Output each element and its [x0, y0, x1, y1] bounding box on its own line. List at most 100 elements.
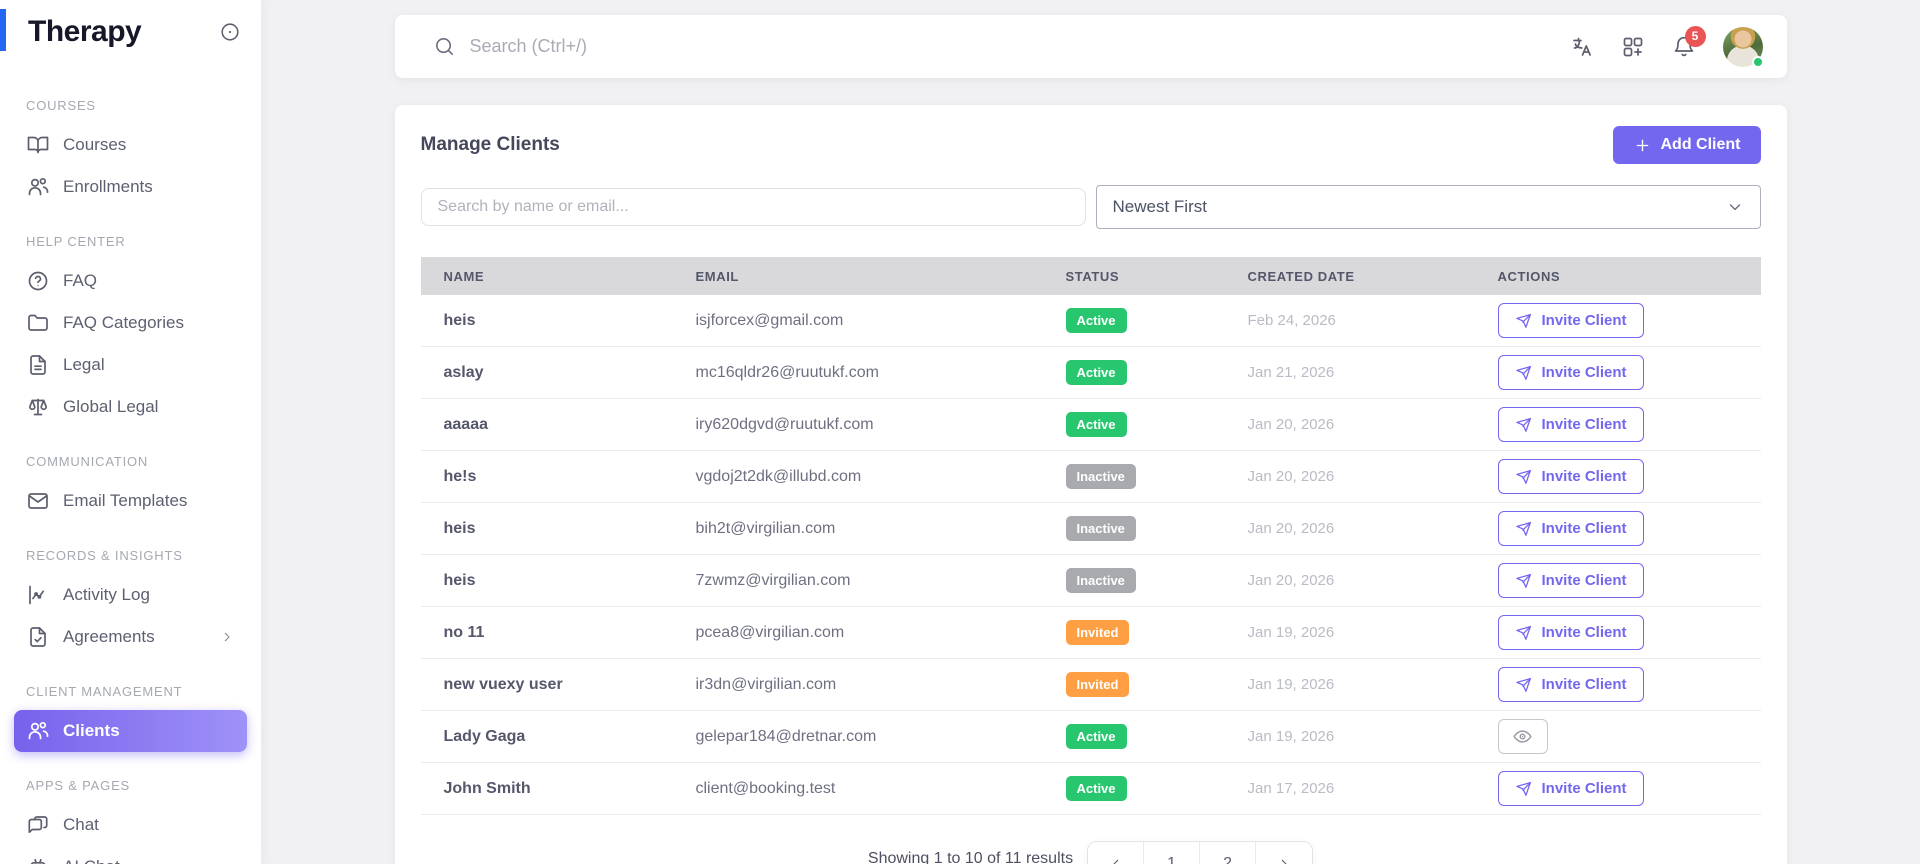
- page-button-2[interactable]: 2: [1200, 842, 1257, 864]
- nav-section-label: RECORDS & INSIGHTS: [26, 548, 183, 563]
- nav-section-label: COURSES: [26, 98, 96, 113]
- logo-row: Therapy: [0, 0, 261, 64]
- column-header-name: NAME: [443, 268, 485, 284]
- invite-client-button[interactable]: Invite Client: [1497, 407, 1644, 442]
- status-badge: Invited: [1065, 620, 1130, 645]
- nav-section-label: CLIENT MANAGEMENT: [26, 684, 183, 699]
- add-client-button[interactable]: Add Client: [1612, 126, 1761, 164]
- sidebar-item-clients[interactable]: Clients: [14, 710, 247, 752]
- sidebar-item-ai-chat[interactable]: AI Chat: [14, 846, 247, 864]
- topbar-actions: 5: [1570, 25, 1764, 68]
- table-row: he!s vgdoj2t2dk@illubd.com Inactive Jan 20,…: [420, 451, 1761, 503]
- row-actions: Invite Client: [1497, 615, 1761, 650]
- row-actions: [1497, 719, 1761, 754]
- row-actions: Invite Client: [1497, 667, 1761, 702]
- status-badge: Active: [1065, 776, 1127, 801]
- send-icon: [1515, 676, 1533, 694]
- sidebar-item-courses[interactable]: Courses: [14, 124, 247, 166]
- sidebar: Therapy COURSES Courses Enrollments HELP CE…: [0, 0, 261, 864]
- view-client-button[interactable]: [1497, 719, 1548, 754]
- invite-client-button[interactable]: Invite Client: [1497, 771, 1644, 806]
- invite-client-button[interactable]: Invite Client: [1497, 511, 1644, 546]
- client-email: bih2t@virgilian.com: [695, 519, 836, 537]
- row-actions: Invite Client: [1497, 355, 1761, 390]
- sidebar-item-activity-log[interactable]: Activity Log: [14, 574, 247, 616]
- created-date: Jan 19, 2026: [1247, 676, 1335, 693]
- table-row: aaaaa iry620dgvd@ruutukf.com Active Jan 20,…: [420, 399, 1761, 451]
- client-email: mc16qldr26@ruutukf.com: [695, 363, 879, 381]
- sidebar-item-global-legal[interactable]: Global Legal: [14, 386, 247, 428]
- row-actions: Invite Client: [1497, 303, 1761, 338]
- client-name: new vuexy user: [443, 675, 563, 693]
- status-badge: Active: [1065, 360, 1127, 385]
- created-date: Feb 24, 2026: [1247, 312, 1336, 329]
- table-row: aslay mc16qldr26@ruutukf.com Active Jan 21,…: [420, 347, 1761, 399]
- client-email: 7zwmz@virgilian.com: [695, 571, 851, 589]
- client-name: Lady Gaga: [443, 727, 526, 745]
- invite-client-button[interactable]: Invite Client: [1497, 615, 1644, 650]
- activity-icon: [26, 583, 50, 607]
- client-name: aaaaa: [443, 415, 489, 433]
- client-email: iry620dgvd@ruutukf.com: [695, 415, 874, 433]
- sidebar-item-label: Legal: [63, 355, 105, 374]
- sidebar-item-chat[interactable]: Chat: [14, 804, 247, 846]
- table-row: heis 7zwmz@virgilian.com Inactive Jan 20, 2…: [420, 555, 1761, 607]
- table-row: John Smith client@booking.test Active Jan 1…: [420, 763, 1761, 815]
- sidebar-item-faq[interactable]: FAQ: [14, 260, 247, 302]
- global-search[interactable]: [433, 35, 1570, 58]
- clients-table: NAME EMAIL STATUS CREATED DATE ACTIONS heis i…: [420, 257, 1761, 815]
- status-badge: Inactive: [1065, 464, 1136, 489]
- invite-client-button[interactable]: Invite Client: [1497, 303, 1644, 338]
- app-root: Therapy COURSES Courses Enrollments HELP CE…: [0, 0, 1920, 864]
- search-icon: [433, 35, 456, 58]
- created-date: Jan 20, 2026: [1247, 572, 1335, 589]
- folder-icon: [26, 311, 50, 335]
- send-icon: [1515, 312, 1533, 330]
- send-icon: [1515, 572, 1533, 590]
- invite-client-button[interactable]: Invite Client: [1497, 563, 1644, 598]
- language-icon[interactable]: [1570, 35, 1594, 59]
- global-search-input[interactable]: [469, 36, 890, 57]
- row-actions: Invite Client: [1497, 459, 1761, 494]
- filters-row: Newest First: [420, 185, 1761, 229]
- apps-grid-icon[interactable]: [1621, 35, 1645, 59]
- client-name: heis: [443, 571, 476, 589]
- client-email: client@booking.test: [695, 779, 836, 797]
- sidebar-item-faq-categories[interactable]: FAQ Categories: [14, 302, 247, 344]
- client-email: pcea8@virgilian.com: [695, 623, 845, 641]
- created-date: Jan 19, 2026: [1247, 624, 1335, 641]
- sort-select[interactable]: Newest First: [1095, 185, 1761, 229]
- invite-client-label: Invite Client: [1541, 780, 1627, 797]
- sidebar-item-label: Clients: [63, 721, 120, 740]
- invite-client-button[interactable]: Invite Client: [1497, 667, 1644, 702]
- client-search-input[interactable]: [420, 188, 1086, 226]
- invite-client-button[interactable]: Invite Client: [1497, 459, 1644, 494]
- client-email: ir3dn@virgilian.com: [695, 675, 837, 693]
- notifications-button[interactable]: 5: [1672, 25, 1706, 59]
- users-icon: [26, 719, 50, 743]
- sidebar-item-enrollments[interactable]: Enrollments: [14, 166, 247, 208]
- client-name: heis: [443, 311, 476, 329]
- send-icon: [1515, 364, 1533, 382]
- table-body: heis isjforcex@gmail.com Active Feb 24, 202…: [420, 295, 1761, 815]
- table-header: NAME EMAIL STATUS CREATED DATE ACTIONS: [420, 257, 1761, 295]
- table-row: heis isjforcex@gmail.com Active Feb 24, 202…: [420, 295, 1761, 347]
- next-page-button[interactable]: [1256, 842, 1313, 864]
- card-header: Manage Clients Add Client: [421, 125, 1761, 165]
- eye-icon: [1512, 726, 1533, 747]
- pager: 12: [1087, 841, 1314, 864]
- sidebar-item-email-templates[interactable]: Email Templates: [14, 480, 247, 522]
- status-badge: Active: [1065, 724, 1127, 749]
- client-name: John Smith: [443, 779, 531, 797]
- page-title: Manage Clients: [420, 134, 560, 155]
- column-header-created-date: CREATED DATE: [1247, 268, 1355, 284]
- send-icon: [1515, 780, 1533, 798]
- page-button-1[interactable]: 1: [1144, 842, 1201, 864]
- sidebar-item-legal[interactable]: Legal: [14, 344, 247, 386]
- prev-page-button[interactable]: [1088, 842, 1145, 864]
- row-actions: Invite Client: [1497, 563, 1761, 598]
- invite-client-button[interactable]: Invite Client: [1497, 355, 1644, 390]
- user-avatar[interactable]: [1722, 26, 1764, 68]
- sidebar-toggle-icon[interactable]: [219, 21, 241, 43]
- sidebar-item-agreements[interactable]: Agreements: [14, 616, 247, 658]
